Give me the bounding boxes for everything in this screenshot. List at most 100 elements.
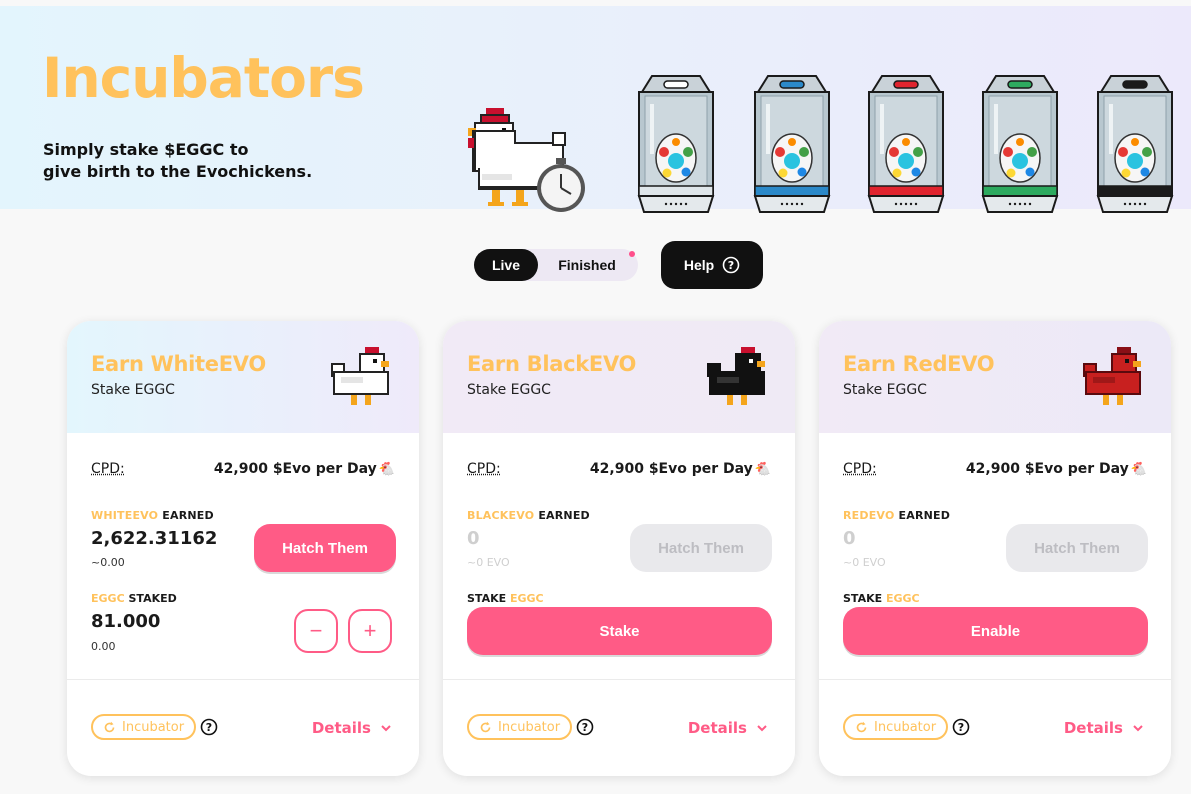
evo-hen-icon: 🐔: [378, 461, 395, 477]
incubator-badge: Incubator: [467, 714, 573, 740]
cpd-value-text: 42,900 $Evo per Day: [589, 461, 753, 477]
pool-card-whiteevo: Earn WhiteEVO Stake EGGC CPD: 42,900 $Ev…: [67, 321, 419, 776]
hero-subtitle-line-2: give birth to the Evochickens.: [43, 162, 313, 181]
pool-card-redevo: Earn RedEVO Stake EGGC CPD: 42,900 $Evo …: [819, 321, 1171, 776]
cpd-value-text: 42,900 $Evo per Day: [965, 461, 1129, 477]
card-title: Earn RedEVO: [843, 352, 995, 376]
card-header: Earn BlackEVO Stake EGGC: [443, 321, 795, 433]
card-header: Earn WhiteEVO Stake EGGC: [67, 321, 419, 433]
tab-finished[interactable]: Finished: [544, 249, 630, 281]
evo-hen-icon: 🐔: [1130, 461, 1147, 477]
staked-token: EGGC: [91, 592, 125, 605]
refresh-icon: [856, 721, 867, 732]
hatch-them-button[interactable]: Hatch Them: [254, 524, 396, 572]
earned-value: 0: [467, 528, 480, 549]
incubator-badge: Incubator: [91, 714, 197, 740]
incubator-badge-label: Incubator: [874, 719, 937, 735]
incubator-2-illustration: [753, 75, 831, 213]
incubator-badge-label: Incubator: [498, 719, 561, 735]
svg-text:?: ?: [582, 721, 588, 734]
earned-usd: ~0.00: [91, 556, 125, 569]
incubator-1-illustration: [637, 75, 715, 213]
staked-label: EGGC STAKED: [91, 592, 177, 605]
live-finished-toggle: Live Finished: [474, 249, 638, 281]
earned-label: REDEVO EARNED: [843, 509, 950, 522]
earned-token: WHITEEVO: [91, 509, 159, 522]
hatch-them-button[interactable]: Hatch Them: [1006, 524, 1148, 572]
card-subtitle: Stake EGGC: [467, 382, 551, 398]
earned-value: 2,622.31162: [91, 528, 218, 549]
cpd-value-text: 42,900 $Evo per Day: [213, 461, 377, 477]
stake-label: STAKE EGGC: [467, 592, 544, 605]
staked-suffix: STAKED: [128, 592, 177, 605]
stake-prefix: STAKE: [843, 592, 883, 605]
cpd-value: 42,900 $Evo per Day 🐔: [966, 461, 1147, 477]
hero-banner: Incubators Simply stake $EGGC to give bi…: [0, 6, 1191, 213]
black-chicken-icon: [707, 347, 765, 405]
refresh-icon: [480, 721, 491, 732]
earned-label: WHITEEVO EARNED: [91, 509, 214, 522]
chevron-down-icon: [757, 724, 767, 731]
earned-suffix: EARNED: [898, 509, 951, 522]
earned-token: REDEVO: [843, 509, 895, 522]
staked-value: 81.000: [91, 611, 161, 632]
hatch-them-button[interactable]: Hatch Them: [630, 524, 772, 572]
earned-token: BLACKEVO: [467, 509, 535, 522]
incubator-4-illustration: [981, 75, 1059, 213]
chicken-stopwatch-illustration: [468, 108, 585, 212]
unstake-minus-button[interactable]: −: [294, 609, 338, 653]
details-toggle[interactable]: Details: [1064, 719, 1143, 737]
card-divider: [819, 679, 1171, 680]
details-toggle[interactable]: Details: [688, 719, 767, 737]
enable-button[interactable]: Enable: [843, 607, 1148, 655]
earned-usd: ~0 EVO: [467, 556, 510, 569]
details-toggle[interactable]: Details: [312, 719, 391, 737]
card-divider: [443, 679, 795, 680]
hero-subtitle: Simply stake $EGGC to give birth to the …: [43, 139, 343, 183]
incubator-badge-label: Incubator: [122, 719, 185, 735]
incubator-badge: Incubator: [843, 714, 949, 740]
stake-button[interactable]: Stake: [467, 607, 772, 655]
cpd-value: 42,900 $Evo per Day 🐔: [214, 461, 395, 477]
question-circle-icon: ?: [722, 256, 740, 274]
question-circle-icon[interactable]: ?: [952, 718, 970, 736]
card-subtitle: Stake EGGC: [843, 382, 927, 398]
stake-prefix: STAKE: [467, 592, 507, 605]
stake-plus-button[interactable]: +: [348, 609, 392, 653]
card-subtitle: Stake EGGC: [91, 382, 175, 398]
cpd-label[interactable]: CPD:: [467, 461, 501, 477]
page-title: Incubators: [42, 46, 365, 110]
pool-card-blackevo: Earn BlackEVO Stake EGGC CPD: 42,900 $Ev…: [443, 321, 795, 776]
earned-suffix: EARNED: [538, 509, 590, 522]
svg-text:?: ?: [958, 721, 964, 734]
evo-hen-icon: 🐔: [754, 461, 771, 477]
cpd-label[interactable]: CPD:: [91, 461, 125, 477]
card-divider: [67, 679, 419, 680]
earned-label: BLACKEVO EARNED: [467, 509, 590, 522]
help-button[interactable]: Help ?: [661, 241, 763, 289]
tab-live[interactable]: Live: [474, 249, 538, 281]
incubator-5-illustration: [1096, 75, 1174, 213]
earned-suffix: EARNED: [162, 509, 214, 522]
staked-usd: 0.00: [91, 640, 116, 653]
svg-text:?: ?: [206, 721, 212, 734]
notification-dot: [629, 251, 635, 257]
chevron-down-icon: [381, 724, 391, 731]
help-label: Help: [683, 257, 715, 273]
cpd-label[interactable]: CPD:: [843, 461, 877, 477]
refresh-icon: [104, 721, 115, 732]
details-label: Details: [1063, 719, 1123, 737]
incubator-3-illustration: [867, 75, 945, 213]
card-header: Earn RedEVO Stake EGGC: [819, 321, 1171, 433]
white-chicken-icon: [331, 347, 389, 405]
red-chicken-icon: [1083, 347, 1141, 405]
details-label: Details: [311, 719, 371, 737]
cpd-value: 42,900 $Evo per Day 🐔: [590, 461, 771, 477]
staked-token: EGGC: [885, 592, 920, 605]
question-circle-icon[interactable]: ?: [576, 718, 594, 736]
svg-text:?: ?: [728, 259, 734, 272]
stake-label: STAKE EGGC: [843, 592, 920, 605]
card-title: Earn BlackEVO: [467, 352, 637, 376]
question-circle-icon[interactable]: ?: [200, 718, 218, 736]
staked-token: EGGC: [509, 592, 544, 605]
